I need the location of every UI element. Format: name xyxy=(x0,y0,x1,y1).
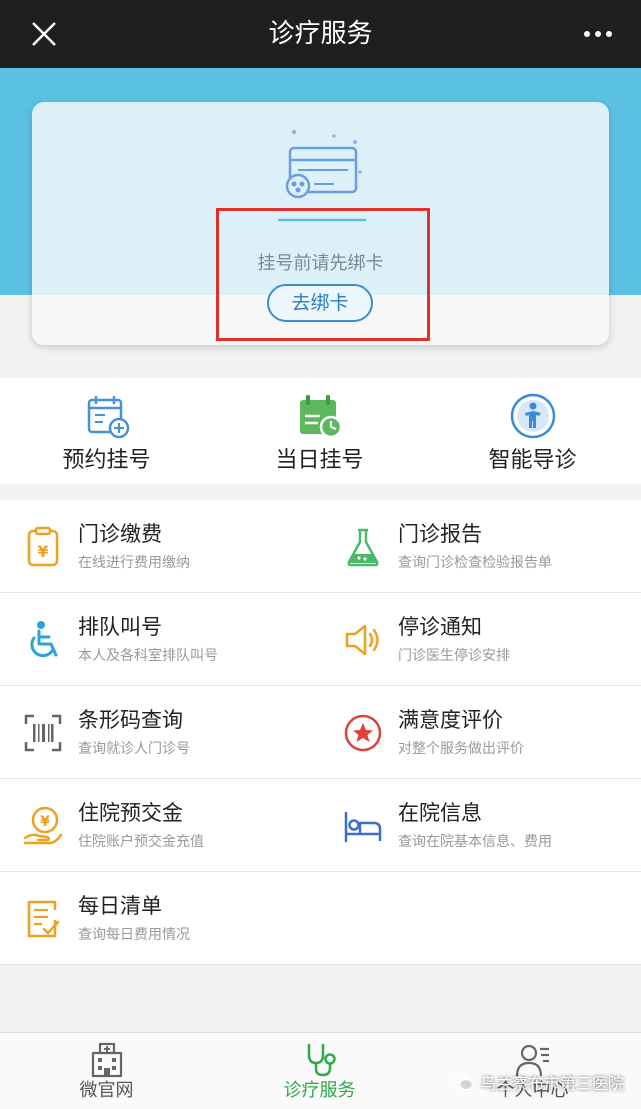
service-subtitle: 门诊医生停诊安排 xyxy=(398,648,510,664)
service-title: 门诊缴费 xyxy=(78,522,162,546)
service-inpatient-deposit[interactable]: ¥ 住院预交金 住院账户预交金充值 xyxy=(0,779,320,872)
service-subtitle: 在线进行费用缴纳 xyxy=(78,555,190,571)
barcode-scan-icon xyxy=(24,714,62,752)
service-subtitle: 住院账户预交金充值 xyxy=(78,834,204,850)
tab-official-site[interactable]: 微官网 xyxy=(0,1033,213,1109)
service-title: 每日清单 xyxy=(78,894,162,918)
guide-person-icon xyxy=(510,393,555,439)
quick-actions: 预约挂号 当日挂号 智能导诊 xyxy=(0,378,641,484)
service-subtitle: 查询门诊检查检验报告单 xyxy=(398,555,552,571)
star-badge-icon xyxy=(344,714,382,752)
payment-clipboard-icon: ¥ xyxy=(27,526,59,567)
daily-list-icon xyxy=(27,900,60,938)
svg-text:¥: ¥ xyxy=(37,542,48,561)
service-row: 每日清单 查询每日费用情况 xyxy=(0,872,641,965)
coin-hand-icon: ¥ xyxy=(23,806,63,845)
service-satisfaction-rating[interactable]: 满意度评价 对整个服务做出评价 xyxy=(320,686,640,779)
service-title: 门诊报告 xyxy=(398,522,482,546)
service-title: 住院预交金 xyxy=(78,801,183,825)
quick-item-same-day[interactable]: 当日挂号 xyxy=(213,378,426,484)
hospital-building-icon xyxy=(91,1042,122,1078)
service-outpatient-payment[interactable]: ¥ 门诊缴费 在线进行费用缴纳 xyxy=(0,500,320,593)
quick-item-appointment[interactable]: 预约挂号 xyxy=(0,378,213,484)
stethoscope-icon xyxy=(307,1043,336,1077)
quick-item-label: 预约挂号 xyxy=(62,448,151,473)
top-bar: 诊疗服务 xyxy=(0,0,641,68)
calendar-plus-icon xyxy=(87,396,129,439)
calendar-clock-icon xyxy=(299,395,342,439)
service-title: 条形码查询 xyxy=(78,708,183,732)
page-title: 诊疗服务 xyxy=(268,19,373,49)
wheelchair-icon xyxy=(30,621,58,658)
service-queue-call[interactable]: 排队叫号 本人及各科室排队叫号 xyxy=(0,593,320,686)
service-subtitle: 查询在院基本信息、费用 xyxy=(398,834,552,850)
service-subtitle: 对整个服务做出评价 xyxy=(398,741,524,757)
service-title: 停诊通知 xyxy=(398,615,482,639)
watermark: 乌兰察布市第三医院 xyxy=(450,1070,624,1094)
service-subtitle: 本人及各科室排队叫号 xyxy=(78,648,218,664)
svg-text:¥: ¥ xyxy=(40,814,50,830)
service-inpatient-info[interactable]: 在院信息 查询在院基本信息、费用 xyxy=(320,779,640,872)
hospital-bed-icon xyxy=(344,811,382,843)
tab-label: 微官网 xyxy=(79,1080,134,1101)
service-title: 满意度评价 xyxy=(398,708,503,732)
more-dots-icon[interactable] xyxy=(583,30,613,38)
quick-item-label: 智能导诊 xyxy=(488,448,577,473)
service-title: 在院信息 xyxy=(398,801,482,825)
speaker-icon xyxy=(345,624,379,656)
wechat-logo-icon xyxy=(450,1072,474,1091)
quick-item-smart-guide[interactable]: 智能导诊 xyxy=(426,378,639,484)
service-title: 排队叫号 xyxy=(78,615,162,639)
service-subtitle: 查询就诊人门诊号 xyxy=(78,741,190,757)
service-subtitle: 查询每日费用情况 xyxy=(78,927,190,943)
tab-medical-services[interactable]: 诊疗服务 xyxy=(213,1033,426,1109)
watermark-text: 乌兰察布市第三医院 xyxy=(480,1074,625,1093)
service-row: ¥ 住院预交金 住院账户预交金充值 在院信息 查询在院基本信息、费用 xyxy=(0,779,641,872)
highlight-box xyxy=(216,208,430,341)
quick-item-label: 当日挂号 xyxy=(275,448,364,473)
service-outpatient-report[interactable]: 门诊报告 查询门诊检查检验报告单 xyxy=(320,500,640,593)
service-barcode-query[interactable]: 条形码查询 查询就诊人门诊号 xyxy=(0,686,320,779)
services-list: ¥ 门诊缴费 在线进行费用缴纳 门诊报告 查询门诊检查检验报告单 排队叫号 本人 xyxy=(0,500,641,965)
tab-label: 诊疗服务 xyxy=(283,1080,356,1101)
service-row: 条形码查询 查询就诊人门诊号 满意度评价 对整个服务做出评价 xyxy=(0,686,641,779)
service-row: ¥ 门诊缴费 在线进行费用缴纳 门诊报告 查询门诊检查检验报告单 xyxy=(0,500,641,593)
flask-icon xyxy=(347,528,379,567)
service-daily-list[interactable]: 每日清单 查询每日费用情况 xyxy=(0,872,320,965)
service-row: 排队叫号 本人及各科室排队叫号 停诊通知 门诊医生停诊安排 xyxy=(0,593,641,686)
service-suspension-notice[interactable]: 停诊通知 门诊医生停诊安排 xyxy=(320,593,640,686)
